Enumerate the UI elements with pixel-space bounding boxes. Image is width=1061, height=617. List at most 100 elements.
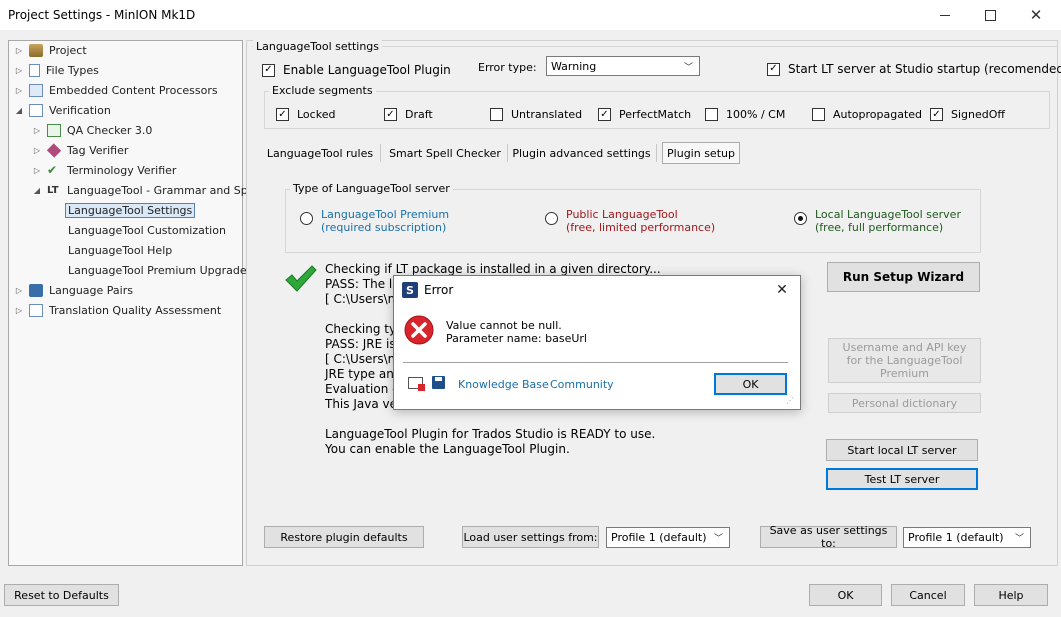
checkbox-box[interactable]: ✓ — [262, 63, 275, 77]
log-line: Checking typ — [325, 322, 404, 336]
tree-item-tag-verifier[interactable]: ▷ Tag Verifier — [31, 141, 128, 159]
collapse-arrow-icon[interactable]: ◢ — [13, 106, 25, 115]
tree-item-languagetool[interactable]: ◢ LT LanguageTool - Grammar and Spe — [31, 181, 255, 199]
error-message-line2: Parameter name: baseUrl — [446, 332, 587, 345]
exclude-untranslated-checkbox[interactable]: Untranslated — [490, 108, 582, 121]
reset-to-defaults-button[interactable]: Reset to Defaults — [4, 584, 119, 606]
project-icon — [29, 43, 43, 57]
radio-public-languagetool[interactable]: Public LanguageTool (free, limited perfo… — [545, 208, 715, 234]
run-setup-wizard-button[interactable]: Run Setup Wizard — [827, 262, 980, 292]
community-link[interactable]: Community — [550, 378, 614, 391]
close-button[interactable]: ✕ — [1013, 0, 1059, 30]
log-line: You can enable the LanguageTool Plugin. — [325, 442, 570, 456]
minimize-icon — [940, 14, 950, 16]
tab-smart-spell-checker[interactable]: Smart Spell Checker — [386, 142, 504, 164]
tab-plugin-advanced-settings[interactable]: Plugin advanced settings — [511, 142, 652, 164]
tree-item-project[interactable]: ▷ Project — [13, 41, 87, 59]
radio-local-languagetool-server[interactable]: Local LanguageTool server (free, full pe… — [794, 208, 961, 234]
radio-circle[interactable] — [545, 212, 558, 225]
test-server-button[interactable]: Test LT server — [826, 468, 978, 490]
qa-checker-icon — [47, 123, 61, 137]
radio-circle[interactable] — [300, 212, 313, 225]
tree-item-verification[interactable]: ◢ Verification — [13, 101, 111, 119]
tree-item-embedded-content[interactable]: ▷ Embedded Content Processors — [13, 81, 218, 99]
resize-grip-icon[interactable]: ⋰ — [786, 396, 796, 406]
title-bar: Project Settings - MinION Mk1D ✕ — [0, 0, 1061, 30]
log-line: LanguageTool Plugin for Trados Studio is… — [325, 427, 656, 441]
ok-button[interactable]: OK — [809, 584, 882, 606]
error-details-icon[interactable] — [408, 377, 425, 391]
minimize-button[interactable] — [922, 0, 968, 30]
load-profile-select[interactable]: Profile 1 (default) ﹀ — [606, 527, 730, 548]
expand-arrow-icon[interactable]: ▷ — [31, 146, 43, 155]
exclude-draft-checkbox[interactable]: ✓ Draft — [384, 108, 433, 121]
expand-arrow-icon[interactable]: ▷ — [31, 166, 43, 175]
dialog-ok-button[interactable]: OK — [714, 373, 787, 395]
tree-item-languagetool-help[interactable]: LanguageTool Help — [68, 241, 172, 259]
log-line: JRE type and — [325, 367, 402, 381]
load-user-settings-button[interactable]: Load user settings from: — [462, 526, 599, 548]
expand-arrow-icon[interactable]: ▷ — [13, 86, 25, 95]
exclude-signedoff-checkbox[interactable]: ✓ SignedOff — [930, 108, 1005, 121]
error-icon — [404, 315, 434, 345]
save-profile-select[interactable]: Profile 1 (default) ﹀ — [903, 527, 1031, 548]
exclude-autopropagated-checkbox[interactable]: Autopropagated — [812, 108, 922, 121]
exclude-perfectmatch-checkbox[interactable]: ✓ PerfectMatch — [598, 108, 691, 121]
settings-tree[interactable]: ▷ Project ▷ File Types ▷ Embedded Conten… — [8, 40, 255, 566]
save-icon[interactable] — [432, 376, 445, 389]
log-line: PASS: JRE is — [325, 337, 396, 351]
knowledge-base-link[interactable]: Knowledge Base — [458, 378, 549, 391]
tab-plugin-setup[interactable]: Plugin setup — [662, 142, 740, 164]
error-type-select[interactable]: Warning ﹀ — [546, 56, 700, 76]
pass-check-icon — [284, 264, 318, 294]
error-dialog: S Error ✕ Value cannot be null. Paramete… — [393, 275, 801, 410]
file-icon — [29, 63, 40, 77]
exclude-locked-checkbox[interactable]: ✓ Locked — [276, 108, 335, 121]
tree-item-languagetool-customization[interactable]: LanguageTool Customization — [68, 221, 226, 239]
tree-item-languagetool-premium-upgrade[interactable]: LanguageTool Premium Upgrade — [68, 261, 247, 279]
personal-dictionary-button[interactable]: Personal dictionary — [828, 393, 981, 413]
tab-languagetool-rules[interactable]: LanguageTool rules — [264, 142, 376, 164]
maximize-button[interactable] — [967, 0, 1013, 30]
tree-item-file-types[interactable]: ▷ File Types — [13, 61, 99, 79]
verification-icon — [29, 103, 43, 117]
expand-arrow-icon[interactable]: ▷ — [13, 66, 25, 75]
cancel-button[interactable]: Cancel — [891, 584, 965, 606]
help-button[interactable]: Help — [974, 584, 1048, 606]
dialog-close-icon[interactable]: ✕ — [770, 279, 794, 301]
exclude-100-cm-checkbox[interactable]: 100% / CM — [705, 108, 785, 121]
tree-item-language-pairs[interactable]: ▷ Language Pairs — [13, 281, 133, 299]
dialog-divider — [403, 362, 788, 363]
expand-arrow-icon[interactable]: ▷ — [31, 126, 43, 135]
restore-plugin-defaults-button[interactable]: Restore plugin defaults — [264, 526, 424, 548]
start-local-server-button[interactable]: Start local LT server — [826, 439, 978, 461]
username-api-key-button[interactable]: Username and API key for the LanguageToo… — [828, 338, 981, 383]
group-title: LanguageTool settings — [253, 40, 383, 53]
tab-separator — [656, 144, 657, 162]
log-line: [ C:\Users\m — [325, 292, 400, 306]
checkbox-box[interactable]: ✓ — [767, 62, 780, 76]
chevron-down-icon: ﹀ — [683, 63, 693, 73]
start-server-checkbox[interactable]: ✓ Start LT server at Studio startup (rec… — [767, 62, 1061, 76]
log-line: Evaluation of — [325, 382, 404, 396]
tree-item-qa-checker[interactable]: ▷ QA Checker 3.0 — [31, 121, 152, 139]
expand-arrow-icon[interactable]: ▷ — [13, 46, 25, 55]
radio-languagetool-premium[interactable]: LanguageTool Premium (required subscript… — [300, 208, 449, 234]
group-title: Type of LanguageTool server — [290, 182, 453, 195]
chevron-down-icon: ﹀ — [1014, 534, 1024, 544]
log-line: [ C:\Users\m — [325, 352, 400, 366]
chevron-down-icon: ﹀ — [713, 534, 723, 544]
tree-item-languagetool-settings[interactable]: LanguageTool Settings — [65, 201, 196, 219]
tree-item-translation-quality[interactable]: ▷ Translation Quality Assessment — [13, 301, 221, 319]
enable-plugin-checkbox[interactable]: ✓ Enable LanguageTool Plugin — [262, 63, 451, 77]
expand-arrow-icon[interactable]: ▷ — [13, 286, 25, 295]
expand-arrow-icon[interactable]: ▷ — [13, 306, 25, 315]
tree-item-terminology-verifier[interactable]: ▷ ✔ Terminology Verifier — [31, 161, 177, 179]
terminology-check-icon: ✔ — [47, 162, 58, 177]
radio-circle[interactable] — [794, 212, 807, 225]
app-logo-icon: S — [402, 282, 418, 298]
collapse-arrow-icon[interactable]: ◢ — [31, 186, 43, 195]
log-line: Checking if LT package is installed in a… — [325, 262, 661, 276]
close-icon: ✕ — [1029, 6, 1043, 24]
save-user-settings-button[interactable]: Save as user settings to: — [760, 524, 897, 550]
